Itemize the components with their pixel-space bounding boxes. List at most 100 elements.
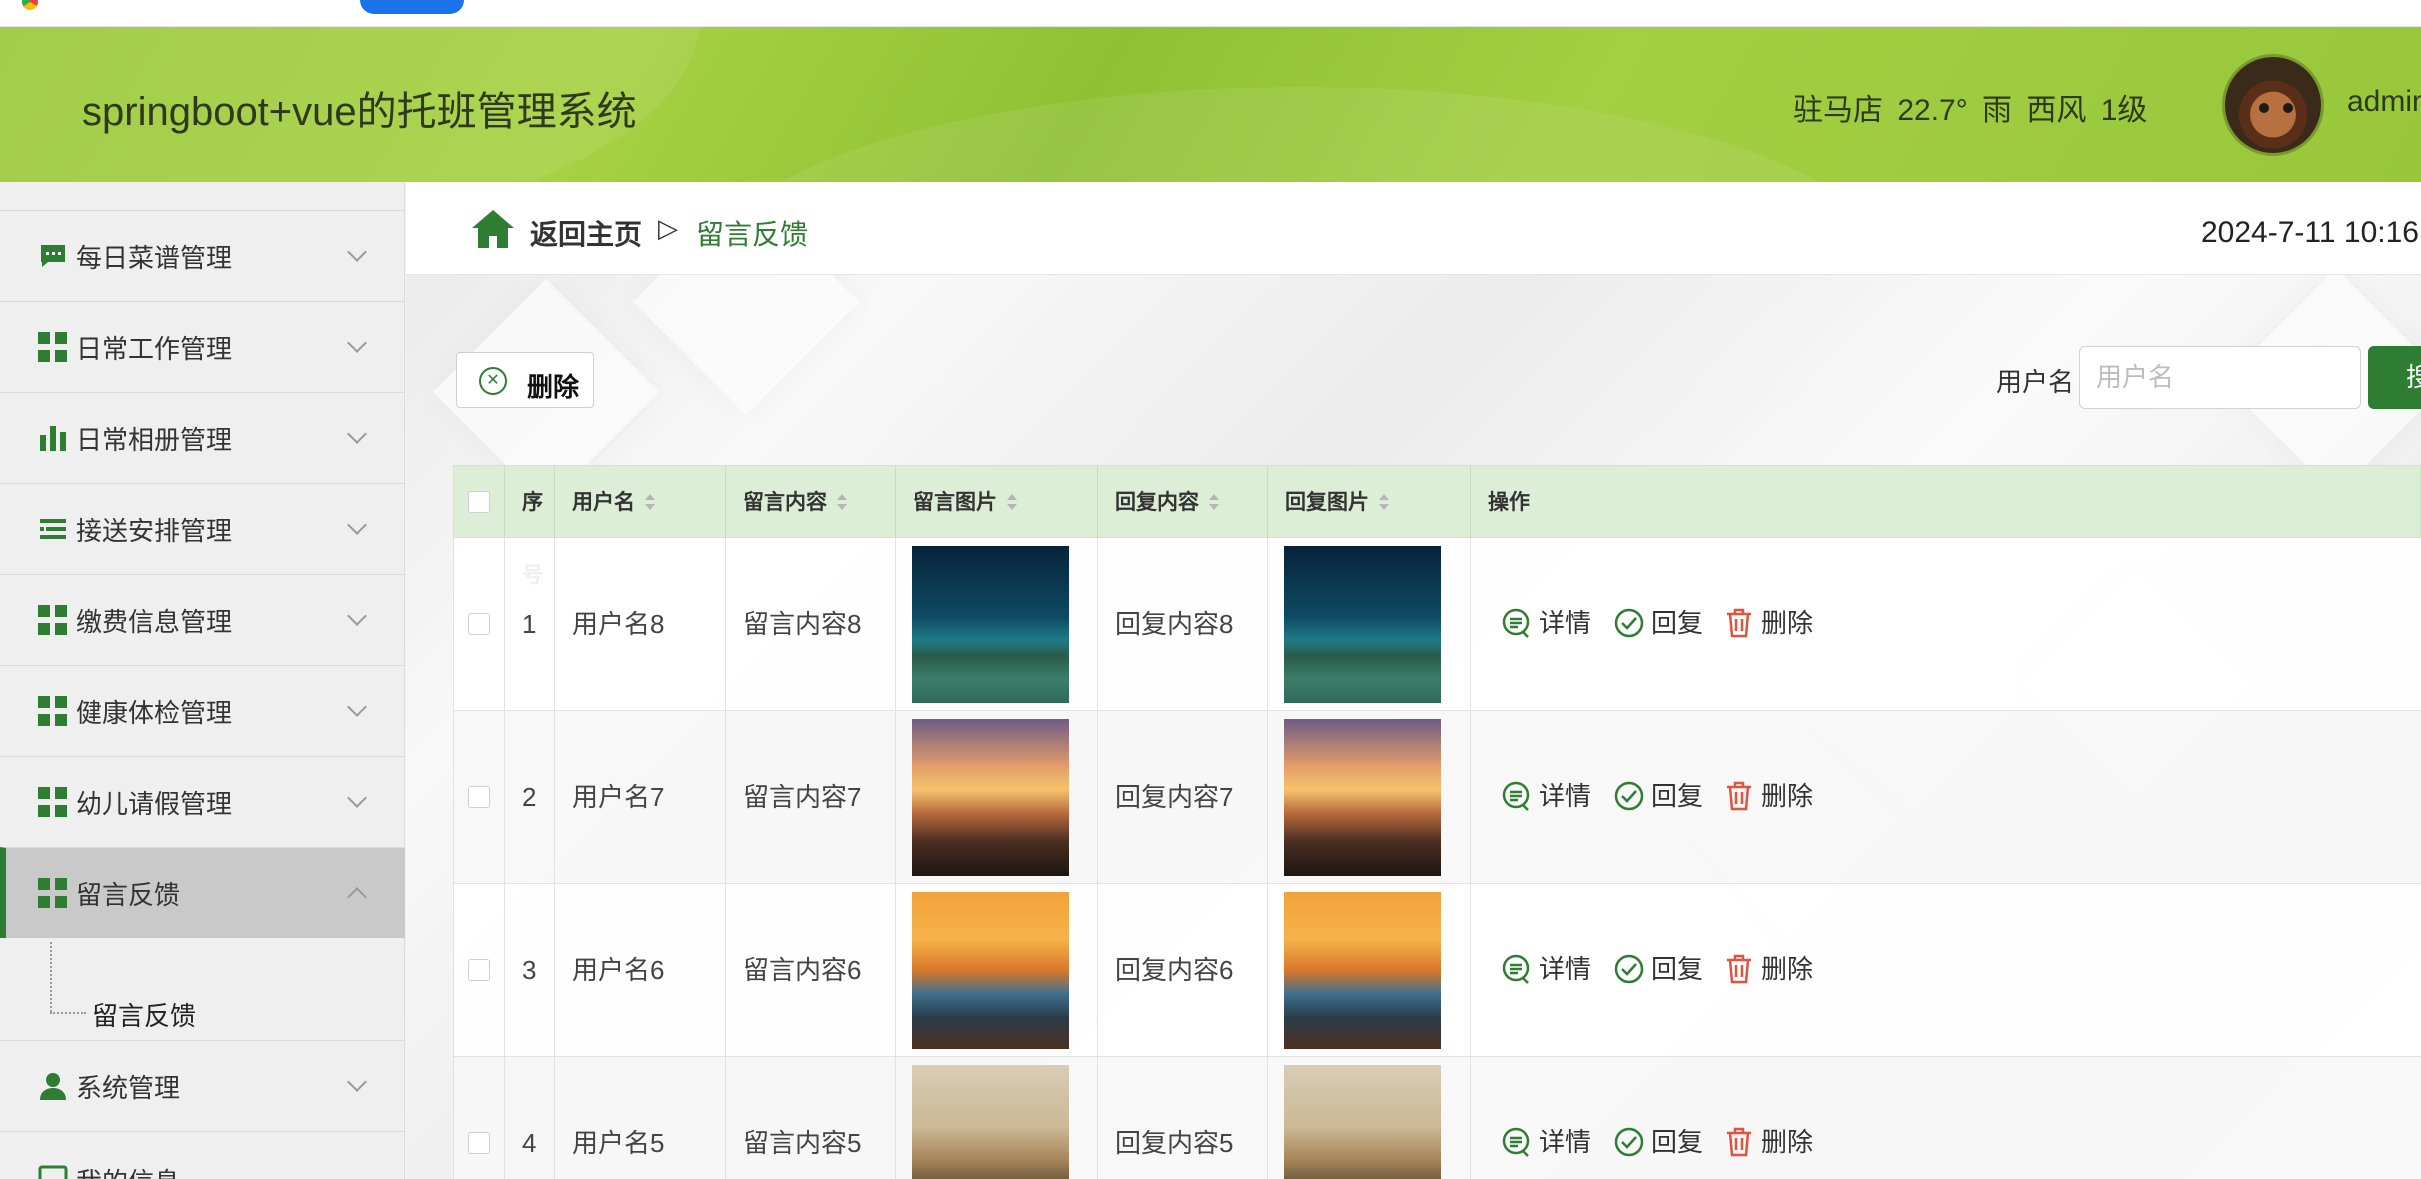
row-actions: 详情 回复 删除 bbox=[1501, 538, 1901, 711]
breadcrumb-home-link[interactable]: 返回主页 bbox=[530, 213, 642, 253]
reply-check-icon bbox=[1614, 954, 1644, 984]
delete-label: 删除 bbox=[1761, 781, 1814, 811]
header-username[interactable]: 用户名 bbox=[555, 466, 726, 539]
message-image[interactable] bbox=[912, 546, 1069, 703]
reply-image[interactable] bbox=[1284, 546, 1441, 703]
detail-button[interactable]: 详情 bbox=[1501, 605, 1591, 641]
reply-button[interactable]: 回复 bbox=[1613, 778, 1703, 814]
row-reply-image-cell bbox=[1268, 884, 1471, 1057]
home-icon[interactable] bbox=[470, 208, 516, 250]
row-reply: 回复内容8 bbox=[1098, 538, 1268, 711]
sidebar-item-feedback[interactable]: 留言反馈 bbox=[0, 847, 405, 938]
delete-button[interactable]: 删除 bbox=[1723, 1124, 1813, 1160]
row-select-cell bbox=[454, 711, 505, 884]
row-message-image-cell bbox=[896, 538, 1098, 711]
sidebar-item-label: 健康体检管理 bbox=[76, 697, 233, 728]
select-all-checkbox[interactable] bbox=[468, 491, 490, 513]
message-image[interactable] bbox=[912, 892, 1069, 1049]
row-message: 留言内容8 bbox=[726, 538, 896, 711]
avatar-eye bbox=[2283, 103, 2293, 113]
submenu-feedback[interactable]: 留言反馈 bbox=[0, 942, 405, 1040]
reply-label: 回复 bbox=[1651, 1127, 1704, 1157]
reply-button[interactable]: 回复 bbox=[1613, 605, 1703, 641]
search-button[interactable]: 搜 bbox=[2368, 346, 2421, 409]
browser-tab-pill[interactable] bbox=[360, 0, 464, 14]
row-checkbox[interactable] bbox=[468, 786, 490, 808]
grid-icon bbox=[38, 696, 68, 726]
grid-icon bbox=[38, 878, 68, 908]
sidebar-item-health[interactable]: 健康体检管理 bbox=[0, 665, 405, 756]
detail-button[interactable]: 详情 bbox=[1501, 951, 1591, 987]
row-actions: 详情 回复 删除 bbox=[1501, 884, 1901, 1057]
reply-check-icon bbox=[1614, 608, 1644, 638]
user-icon bbox=[40, 1073, 66, 1100]
sidebar-item-album[interactable]: 日常相册管理 bbox=[0, 392, 405, 483]
sidebar-item-daily-work[interactable]: 日常工作管理 bbox=[0, 301, 405, 392]
reply-image[interactable] bbox=[1284, 892, 1441, 1049]
sidebar-item-label: 日常相册管理 bbox=[76, 424, 233, 455]
header-message-image[interactable]: 留言图片 bbox=[896, 466, 1098, 539]
main-content: 返回主页 ▷ 留言反馈 2024-7-11 10:16 ✕ 删除 用户名 搜 序… bbox=[406, 182, 2421, 1179]
header-reply-image[interactable]: 回复图片 bbox=[1268, 466, 1471, 539]
username[interactable]: admin bbox=[2347, 85, 2421, 119]
reply-image[interactable] bbox=[1284, 1065, 1441, 1179]
header-index: 序号 bbox=[505, 466, 555, 587]
row-select-cell bbox=[454, 1057, 505, 1179]
detail-button[interactable]: 详情 bbox=[1501, 1124, 1591, 1160]
row-select-cell bbox=[454, 884, 505, 1057]
sidebar-item-system[interactable]: 系统管理 bbox=[0, 1040, 405, 1131]
sidebar-item-label: 幼儿请假管理 bbox=[76, 788, 233, 819]
message-image[interactable] bbox=[912, 719, 1069, 876]
header-label: 留言图片 bbox=[913, 491, 997, 514]
header-label: 回复图片 bbox=[1285, 491, 1369, 514]
sidebar-item-label: 每日菜谱管理 bbox=[76, 242, 233, 273]
sidebar-item-menu[interactable]: 每日菜谱管理 bbox=[0, 210, 405, 301]
row-message: 留言内容7 bbox=[726, 711, 896, 884]
header-message[interactable]: 留言内容 bbox=[726, 466, 896, 539]
grid-icon bbox=[38, 332, 68, 362]
row-actions: 详情 回复 删除 bbox=[1501, 1057, 1901, 1179]
reply-button[interactable]: 回复 bbox=[1613, 951, 1703, 987]
delete-button[interactable]: 删除 bbox=[1723, 778, 1813, 814]
search-input[interactable] bbox=[2079, 346, 2361, 409]
submenu-item-label[interactable]: 留言反馈 bbox=[92, 996, 196, 1033]
header-actions: 操作 bbox=[1471, 466, 2421, 539]
sort-icon[interactable] bbox=[1379, 494, 1389, 512]
row-checkbox[interactable] bbox=[468, 1132, 490, 1154]
header-wave-decoration bbox=[700, 87, 1900, 182]
avatar[interactable] bbox=[2222, 54, 2324, 156]
row-username: 用户名7 bbox=[555, 711, 726, 884]
detail-button[interactable]: 详情 bbox=[1501, 778, 1591, 814]
row-index: 3 bbox=[505, 884, 555, 1057]
batch-delete-button[interactable]: ✕ 删除 bbox=[456, 352, 594, 408]
message-image[interactable] bbox=[912, 1065, 1069, 1179]
breadcrumb-current: 留言反馈 bbox=[696, 219, 809, 250]
sidebar-item-pickup[interactable]: 接送安排管理 bbox=[0, 483, 405, 574]
sort-icon[interactable] bbox=[1007, 494, 1017, 512]
sort-icon[interactable] bbox=[837, 494, 847, 512]
sidebar-item-label: 我的信息 bbox=[76, 1162, 180, 1179]
delete-button[interactable]: 删除 bbox=[1723, 605, 1813, 641]
row-checkbox[interactable] bbox=[468, 613, 490, 635]
sort-icon[interactable] bbox=[1209, 494, 1219, 512]
bar-chart-icon bbox=[40, 426, 66, 451]
sidebar-item-leave[interactable]: 幼儿请假管理 bbox=[0, 756, 405, 847]
reply-button[interactable]: 回复 bbox=[1613, 1124, 1703, 1160]
reply-image[interactable] bbox=[1284, 719, 1441, 876]
row-reply: 回复内容7 bbox=[1098, 711, 1268, 884]
row-reply-image-cell bbox=[1268, 711, 1471, 884]
row-message-image-cell bbox=[896, 884, 1098, 1057]
sidebar-item-my-info[interactable]: 我的信息 bbox=[0, 1131, 405, 1179]
row-checkbox[interactable] bbox=[468, 959, 490, 981]
sort-icon[interactable] bbox=[645, 494, 655, 512]
chevron-up-icon bbox=[347, 887, 367, 907]
header-reply[interactable]: 回复内容 bbox=[1098, 466, 1268, 539]
table-row: 3 用户名6 留言内容6 回复内容6 详情 回复 删除 bbox=[453, 884, 2421, 1057]
detail-icon bbox=[1502, 954, 1530, 984]
grid-icon bbox=[38, 787, 68, 817]
chevron-down-icon bbox=[347, 333, 367, 353]
delete-button[interactable]: 删除 bbox=[1723, 951, 1813, 987]
sidebar-item-payment[interactable]: 缴费信息管理 bbox=[0, 574, 405, 665]
table-row: 4 用户名5 留言内容5 回复内容5 详情 回复 删除 bbox=[453, 1057, 2421, 1179]
row-index: 2 bbox=[505, 711, 555, 884]
